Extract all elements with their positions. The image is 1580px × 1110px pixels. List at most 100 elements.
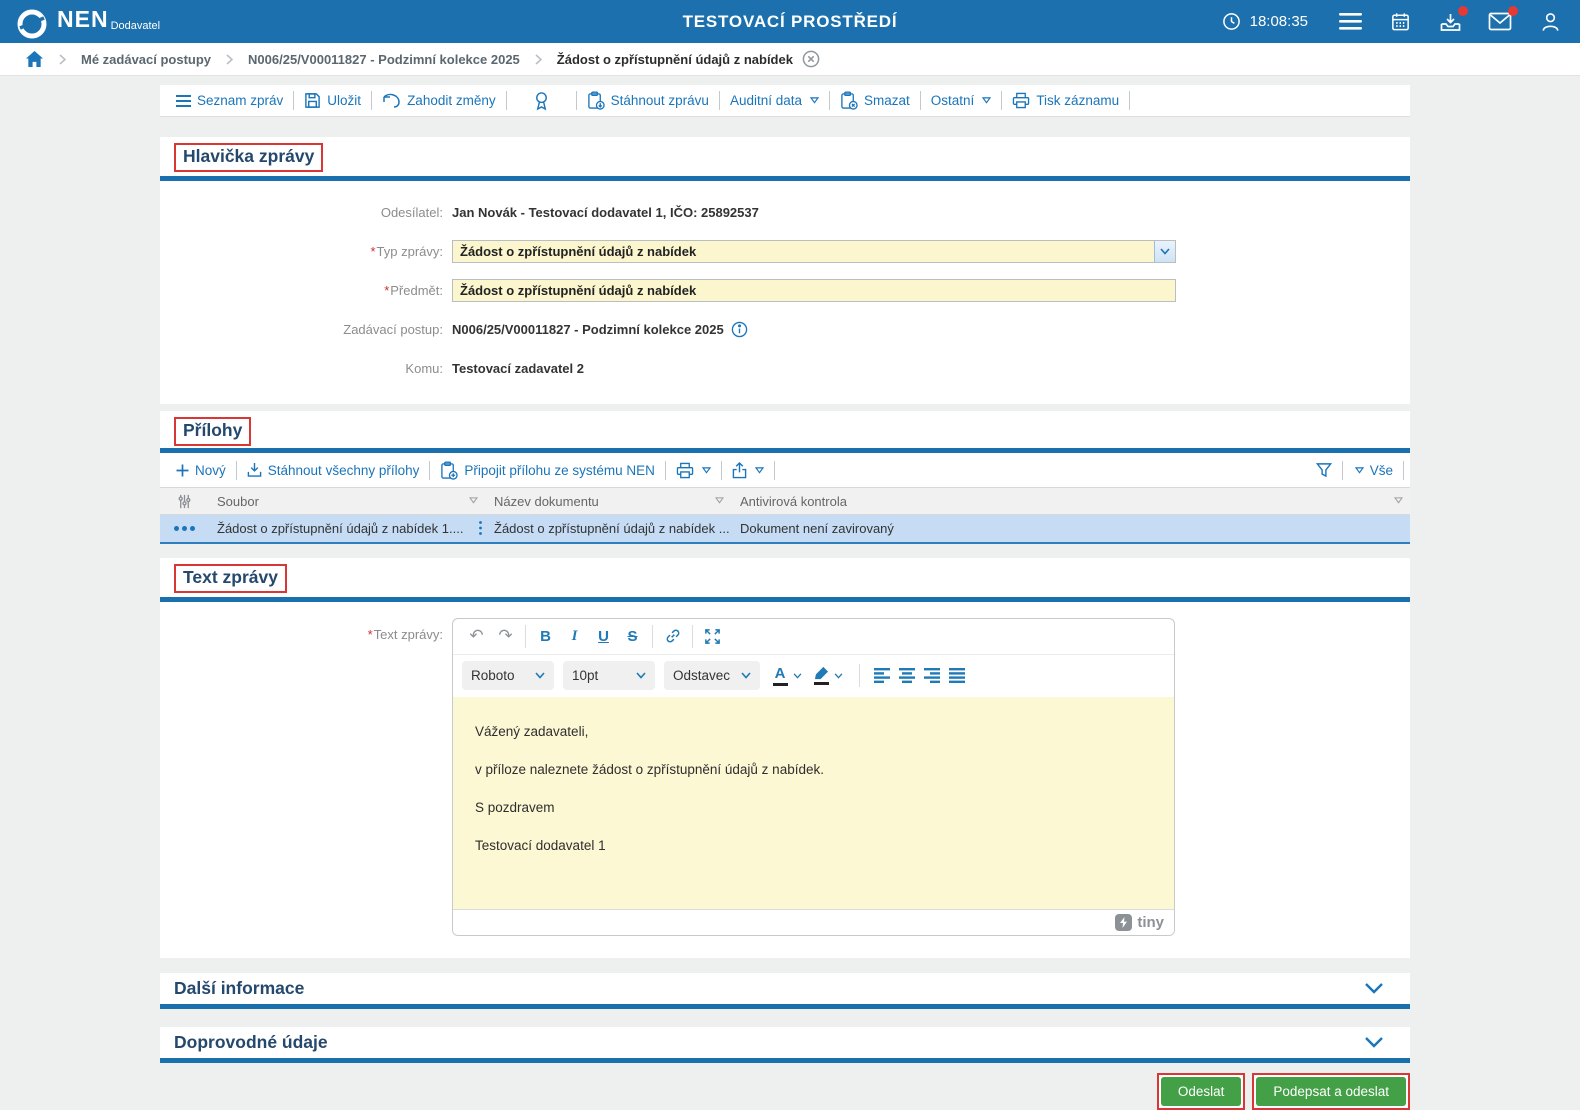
- download-all-attachments-button[interactable]: Stáhnout všechny přílohy: [237, 462, 430, 478]
- chevron-down-icon: [755, 467, 764, 474]
- tiny-brand[interactable]: tiny: [1137, 914, 1164, 931]
- export-attachments-button[interactable]: [722, 462, 774, 479]
- field-label: Typ zprávy:: [377, 244, 443, 259]
- required-asterisk: *: [384, 283, 389, 298]
- download-message-button[interactable]: Stáhnout zprávu: [577, 91, 719, 110]
- close-tab-icon[interactable]: [802, 50, 820, 68]
- sign-and-send-button[interactable]: Podepsat a odeslat: [1256, 1077, 1406, 1106]
- attachments-table: Soubor Název dokumentu Antivirová kontro…: [160, 487, 1410, 544]
- message-type-select[interactable]: Žádost o zpřístupnění údajů z nabídek: [452, 240, 1176, 263]
- field-typ-zpravy: *Typ zprávy: Žádost o zpřístupnění údajů…: [160, 232, 1410, 271]
- send-button[interactable]: Odeslat: [1161, 1077, 1242, 1106]
- breadcrumb: Mé zadávací postupy N006/25/V00011827 - …: [0, 43, 1580, 76]
- message-paragraph: S pozdravem: [475, 800, 1152, 815]
- filter-button[interactable]: [1306, 462, 1342, 478]
- breadcrumb-item-zakazka[interactable]: N006/25/V00011827 - Podzimní kolekce 202…: [248, 52, 520, 67]
- align-center-icon[interactable]: [899, 668, 917, 683]
- bold-button[interactable]: B: [531, 623, 560, 650]
- column-settings-header[interactable]: [160, 488, 208, 515]
- fullscreen-icon[interactable]: [698, 623, 727, 650]
- printer-icon: [676, 462, 694, 479]
- expand-chevron-icon[interactable]: [1364, 1036, 1396, 1048]
- delete-document-icon: [840, 91, 858, 110]
- new-attachment-button[interactable]: Nový: [166, 463, 236, 478]
- record-toolbar: Seznam zpráv Uložit Zahodit změny: [160, 85, 1410, 117]
- mail-badge: [1508, 6, 1518, 16]
- tiny-logo-icon: [1115, 914, 1132, 931]
- grip-icon[interactable]: [478, 520, 483, 536]
- subject-input[interactable]: Žádost o zpřístupnění údajů z nabídek: [452, 279, 1176, 302]
- field-odesilatel: Odesílatel: Jan Novák - Testovací dodava…: [160, 193, 1410, 232]
- expand-chevron-icon[interactable]: [1364, 982, 1396, 994]
- row-actions-icon[interactable]: [169, 526, 199, 531]
- highlight-color-button[interactable]: [810, 661, 832, 690]
- block-format-select[interactable]: Odstavec: [664, 661, 760, 690]
- discard-changes-button[interactable]: Zahodit změny: [372, 93, 506, 108]
- filter-scope-select[interactable]: Vše: [1343, 463, 1403, 478]
- attach-from-nen-button[interactable]: Připojit přílohu ze systému NEN: [430, 461, 665, 480]
- message-list-button[interactable]: Seznam zpráv: [166, 93, 293, 108]
- mail-icon[interactable]: [1488, 10, 1512, 34]
- cell-antivir: Dokument není zavirovaný: [731, 515, 1410, 543]
- italic-button[interactable]: I: [560, 623, 589, 650]
- align-justify-icon[interactable]: [949, 668, 967, 683]
- undo-icon[interactable]: ↶: [462, 623, 491, 650]
- postup-value: N006/25/V00011827 - Podzimní kolekce 202…: [452, 322, 724, 337]
- sort-icon[interactable]: [1394, 497, 1403, 504]
- font-size-select[interactable]: 10pt: [563, 661, 655, 690]
- select-dropdown-button[interactable]: [1154, 241, 1175, 262]
- message-text-area[interactable]: Vážený zadavateli, v příloze naleznete ž…: [453, 697, 1174, 909]
- audit-data-button[interactable]: Auditní data: [720, 93, 829, 108]
- breadcrumb-separator-icon: [535, 54, 542, 65]
- underline-button[interactable]: U: [589, 623, 618, 650]
- home-icon[interactable]: [25, 50, 44, 68]
- chevron-down-icon[interactable]: [793, 673, 802, 679]
- annotation-box: Hlavička zprávy: [174, 143, 323, 172]
- chevron-down-icon[interactable]: [834, 673, 843, 679]
- info-icon[interactable]: [731, 321, 748, 338]
- column-header-soubor[interactable]: Soubor: [208, 488, 485, 515]
- other-actions-button[interactable]: Ostatní: [921, 93, 1002, 108]
- menu-icon[interactable]: [1338, 10, 1362, 34]
- field-predmet: *Předmět: Žádost o zpřístupnění údajů z …: [160, 271, 1410, 310]
- column-header-nazev[interactable]: Název dokumentu: [485, 488, 731, 515]
- align-left-icon[interactable]: [874, 668, 892, 683]
- breadcrumb-separator-icon: [59, 54, 66, 65]
- chevron-down-icon: [1355, 467, 1364, 474]
- chevron-down-icon: [982, 97, 991, 104]
- sort-icon[interactable]: [715, 497, 724, 504]
- column-header-antivir[interactable]: Antivirová kontrola: [731, 488, 1410, 515]
- share-icon: [732, 462, 747, 479]
- field-zadavaci-postup: Zadávací postup: N006/25/V00011827 - Pod…: [160, 310, 1410, 349]
- clock-icon: [1222, 12, 1241, 31]
- user-icon[interactable]: [1538, 10, 1562, 34]
- strikethrough-button[interactable]: S: [618, 623, 647, 650]
- print-record-button[interactable]: Tisk záznamu: [1002, 92, 1129, 109]
- text-color-button[interactable]: A: [769, 661, 791, 690]
- breadcrumb-item-postupy[interactable]: Mé zadávací postupy: [81, 52, 211, 67]
- inbox-download-icon[interactable]: [1438, 10, 1462, 34]
- field-komu: Komu: Testovací zadavatel 2: [160, 349, 1410, 388]
- annotation-box: Odeslat: [1157, 1073, 1246, 1110]
- link-icon[interactable]: [658, 623, 687, 650]
- app-header: NEN Dodavatel TESTOVACÍ PROSTŘEDÍ 18:08:…: [0, 0, 1580, 43]
- field-label: Zadávací postup:: [343, 322, 443, 337]
- print-attachments-button[interactable]: [666, 462, 721, 479]
- table-row[interactable]: Žádost o zpřístupnění údajů z nabídek 1.…: [160, 515, 1410, 543]
- message-paragraph: v příloze naleznete žádost o zpřístupněn…: [475, 762, 1152, 777]
- seal-icon: [533, 91, 550, 111]
- delete-button[interactable]: Smazat: [830, 91, 920, 110]
- save-button[interactable]: Uložit: [294, 92, 371, 109]
- section-divider: [160, 1058, 1410, 1063]
- redo-icon[interactable]: ↷: [491, 623, 520, 650]
- download-icon: [247, 462, 262, 478]
- sort-icon[interactable]: [469, 497, 478, 504]
- field-label: Odesílatel:: [381, 205, 443, 220]
- align-right-icon[interactable]: [924, 668, 942, 683]
- footer-actions: Odeslat Podepsat a odeslat: [160, 1073, 1410, 1110]
- font-family-select[interactable]: Roboto: [462, 661, 554, 690]
- field-label: Text zprávy:: [374, 627, 443, 642]
- odesilatel-value: Jan Novák - Testovací dodavatel 1, IČO: …: [452, 205, 759, 220]
- calendar-icon[interactable]: [1388, 10, 1412, 34]
- seal-button[interactable]: [507, 91, 576, 111]
